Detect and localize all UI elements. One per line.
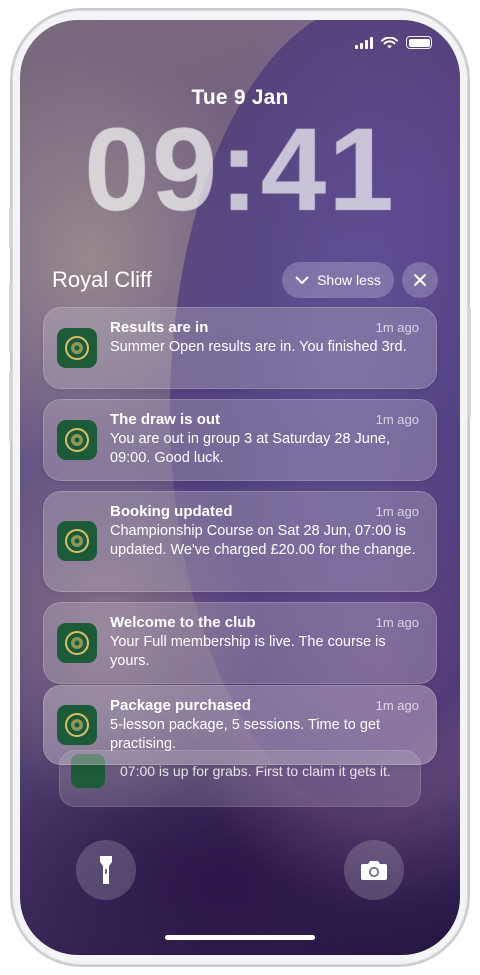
- battery-icon: [406, 36, 432, 49]
- notification-card[interactable]: Welcome to the club 1m ago Your Full mem…: [43, 602, 437, 684]
- show-less-label: Show less: [317, 272, 381, 288]
- notification-time: 1m ago: [375, 615, 419, 630]
- notification-title: Results are in: [110, 319, 209, 336]
- notification-card[interactable]: Booking updated 1m ago Championship Cour…: [43, 491, 437, 592]
- notification-body: Summer Open results are in. You finished…: [110, 339, 407, 355]
- volume-down-button: [9, 372, 13, 442]
- power-button: [467, 308, 471, 418]
- notification-card[interactable]: The draw is out 1m ago You are out in gr…: [43, 399, 437, 481]
- wifi-icon: [381, 36, 398, 48]
- notification-title: Welcome to the club: [110, 614, 256, 631]
- notification-body: You are out in group 3 at Saturday 28 Ju…: [110, 431, 391, 466]
- notification-time: 1m ago: [375, 698, 419, 713]
- notification-card[interactable]: Results are in 1m ago Summer Open result…: [43, 307, 437, 389]
- camera-button[interactable]: [344, 840, 404, 900]
- notification-title: Package purchased: [110, 697, 251, 714]
- notification-title: The draw is out: [110, 411, 221, 428]
- app-icon: [57, 705, 97, 745]
- cellular-signal-icon: [355, 36, 373, 49]
- notification-body: 5-lesson package, 5 sessions. Time to ge…: [110, 717, 381, 752]
- home-indicator[interactable]: [165, 935, 315, 940]
- club-crest-icon: [65, 336, 89, 360]
- flashlight-button[interactable]: [76, 840, 136, 900]
- club-crest-icon: [65, 529, 89, 553]
- club-crest-icon: [65, 631, 89, 655]
- flashlight-icon: [100, 856, 112, 884]
- notification-body: Championship Course on Sat 28 Jun, 07:00…: [110, 523, 416, 558]
- camera-icon: [361, 861, 387, 880]
- clear-group-button[interactable]: [402, 262, 438, 298]
- show-less-button[interactable]: Show less: [282, 262, 394, 298]
- volume-up-button: [9, 282, 13, 352]
- status-bar: [355, 36, 432, 49]
- notification-time: 1m ago: [375, 504, 419, 519]
- notification-card[interactable]: Package purchased 1m ago 5-lesson packag…: [43, 685, 437, 765]
- lock-time: 09:41: [84, 104, 396, 236]
- notification-time: 1m ago: [375, 320, 419, 335]
- notification-group-title: Royal Cliff: [52, 267, 152, 292]
- close-icon: [414, 274, 426, 286]
- notification-title: Booking updated: [110, 503, 233, 520]
- club-crest-icon: [65, 428, 89, 452]
- chevron-down-icon: [295, 276, 309, 284]
- club-crest-icon: [65, 713, 89, 737]
- notification-time: 1m ago: [375, 412, 419, 427]
- notification-body: Your Full membership is live. The course…: [110, 634, 386, 669]
- app-icon: [57, 420, 97, 460]
- app-icon: [57, 623, 97, 663]
- app-icon: [57, 521, 97, 561]
- app-icon: [57, 328, 97, 368]
